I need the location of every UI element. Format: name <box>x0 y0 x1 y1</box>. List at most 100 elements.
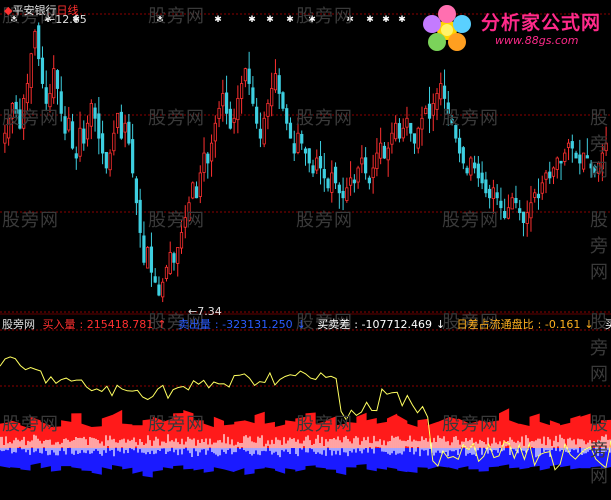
candle-body <box>345 187 349 201</box>
candle-body <box>187 202 191 221</box>
candle-body <box>386 147 390 161</box>
candle-body <box>131 139 135 174</box>
candle-body <box>566 142 571 148</box>
candle-body <box>420 117 424 130</box>
candle-body <box>597 162 601 174</box>
candle-body <box>119 111 123 139</box>
candle-body <box>300 133 304 144</box>
candle-body <box>472 162 477 169</box>
candle-body <box>74 153 78 159</box>
candle-body <box>172 253 176 263</box>
candle-body <box>412 133 417 144</box>
candle-body <box>529 202 533 219</box>
candle-body <box>495 192 499 199</box>
candle-body <box>488 188 492 199</box>
logo-url: www.88gs.com <box>495 34 579 47</box>
star-marker: ✱ <box>366 15 374 25</box>
candle-body <box>322 169 326 179</box>
candle-body <box>93 107 97 119</box>
candle-body <box>367 177 371 184</box>
candle-body <box>589 163 593 169</box>
candle-body <box>480 172 484 184</box>
star-marker: ✱ <box>308 15 316 25</box>
candle-body <box>333 166 338 184</box>
candle-body <box>296 132 300 153</box>
star-marker: ✱ <box>266 15 274 25</box>
candle-body <box>198 172 202 197</box>
candle-body <box>255 106 259 124</box>
candle-body <box>14 101 18 114</box>
candle-body <box>123 122 127 133</box>
candle-body <box>315 157 319 171</box>
candle-body <box>578 154 582 164</box>
candle-body <box>44 87 48 104</box>
candle-body <box>202 152 206 173</box>
left-arrow-icon: ← <box>46 13 56 26</box>
candle-body <box>551 167 556 177</box>
candle-body <box>593 166 597 174</box>
candle-body <box>581 152 586 170</box>
star-marker: ✱ <box>214 15 222 25</box>
candle-body <box>574 152 578 159</box>
candle-body <box>446 102 450 114</box>
candle-body <box>352 179 356 184</box>
candle-body <box>461 147 465 164</box>
candle-body <box>476 163 480 179</box>
star-marker: ✱ <box>286 15 294 25</box>
candle-body <box>63 116 67 134</box>
legend-more: 买卖 <box>605 318 611 331</box>
candle-body <box>518 208 522 214</box>
candle-body <box>146 247 150 269</box>
candle-body <box>52 68 56 99</box>
candle-body <box>176 247 180 264</box>
candle-body <box>149 246 154 273</box>
candle-body <box>281 92 285 109</box>
candle-body <box>7 117 11 139</box>
candle-body <box>243 68 247 82</box>
candle-body <box>134 178 139 204</box>
star-marker: ✱ <box>346 15 354 25</box>
candle-body <box>228 108 232 129</box>
candle-body <box>536 193 541 199</box>
star-marker: ✱ <box>398 15 406 25</box>
candle-body <box>217 107 221 119</box>
candle-body <box>525 212 529 224</box>
candle-body <box>348 177 353 186</box>
candle-body <box>48 93 52 108</box>
logo-title: 分析家公式网 <box>481 12 602 34</box>
candle-body <box>439 83 443 100</box>
candle-body <box>360 157 364 165</box>
candle-body <box>37 25 41 60</box>
candle-body <box>397 123 402 139</box>
candle-body <box>194 186 199 199</box>
candle-body <box>506 207 511 219</box>
candle-body <box>401 127 405 139</box>
candle-body <box>138 199 142 233</box>
candle-body <box>164 266 169 279</box>
candle-body <box>153 276 157 283</box>
candle-body <box>258 128 263 139</box>
candle-body <box>521 211 526 224</box>
high-price-label: ←12.65 <box>46 13 87 26</box>
candle-body <box>104 151 108 169</box>
candle-body <box>491 187 495 200</box>
legend-diff: 买卖差: -107712.469 ↓ <box>317 318 446 331</box>
candle-body <box>232 117 236 123</box>
chart-stage: ✱ ✱ ✱ ✱ ✱ ✱ ✱ ✱ ✱ ✱ ✱ ✱ ✱ <box>0 13 611 478</box>
candle-body <box>262 117 266 145</box>
candle-body <box>240 83 244 99</box>
candle-body <box>371 167 375 179</box>
candle-body <box>108 152 112 171</box>
candle-body <box>25 83 30 104</box>
candle-body <box>40 57 45 84</box>
flower-logo-icon <box>423 5 471 51</box>
candle-body <box>375 152 379 169</box>
candle-body <box>251 87 255 104</box>
candle-body <box>266 103 270 117</box>
candle-body <box>514 197 518 204</box>
candle-body <box>191 182 195 199</box>
candle-body <box>3 132 7 144</box>
candle-body <box>179 232 184 249</box>
candle-body <box>510 197 514 210</box>
candle-body <box>209 142 214 162</box>
